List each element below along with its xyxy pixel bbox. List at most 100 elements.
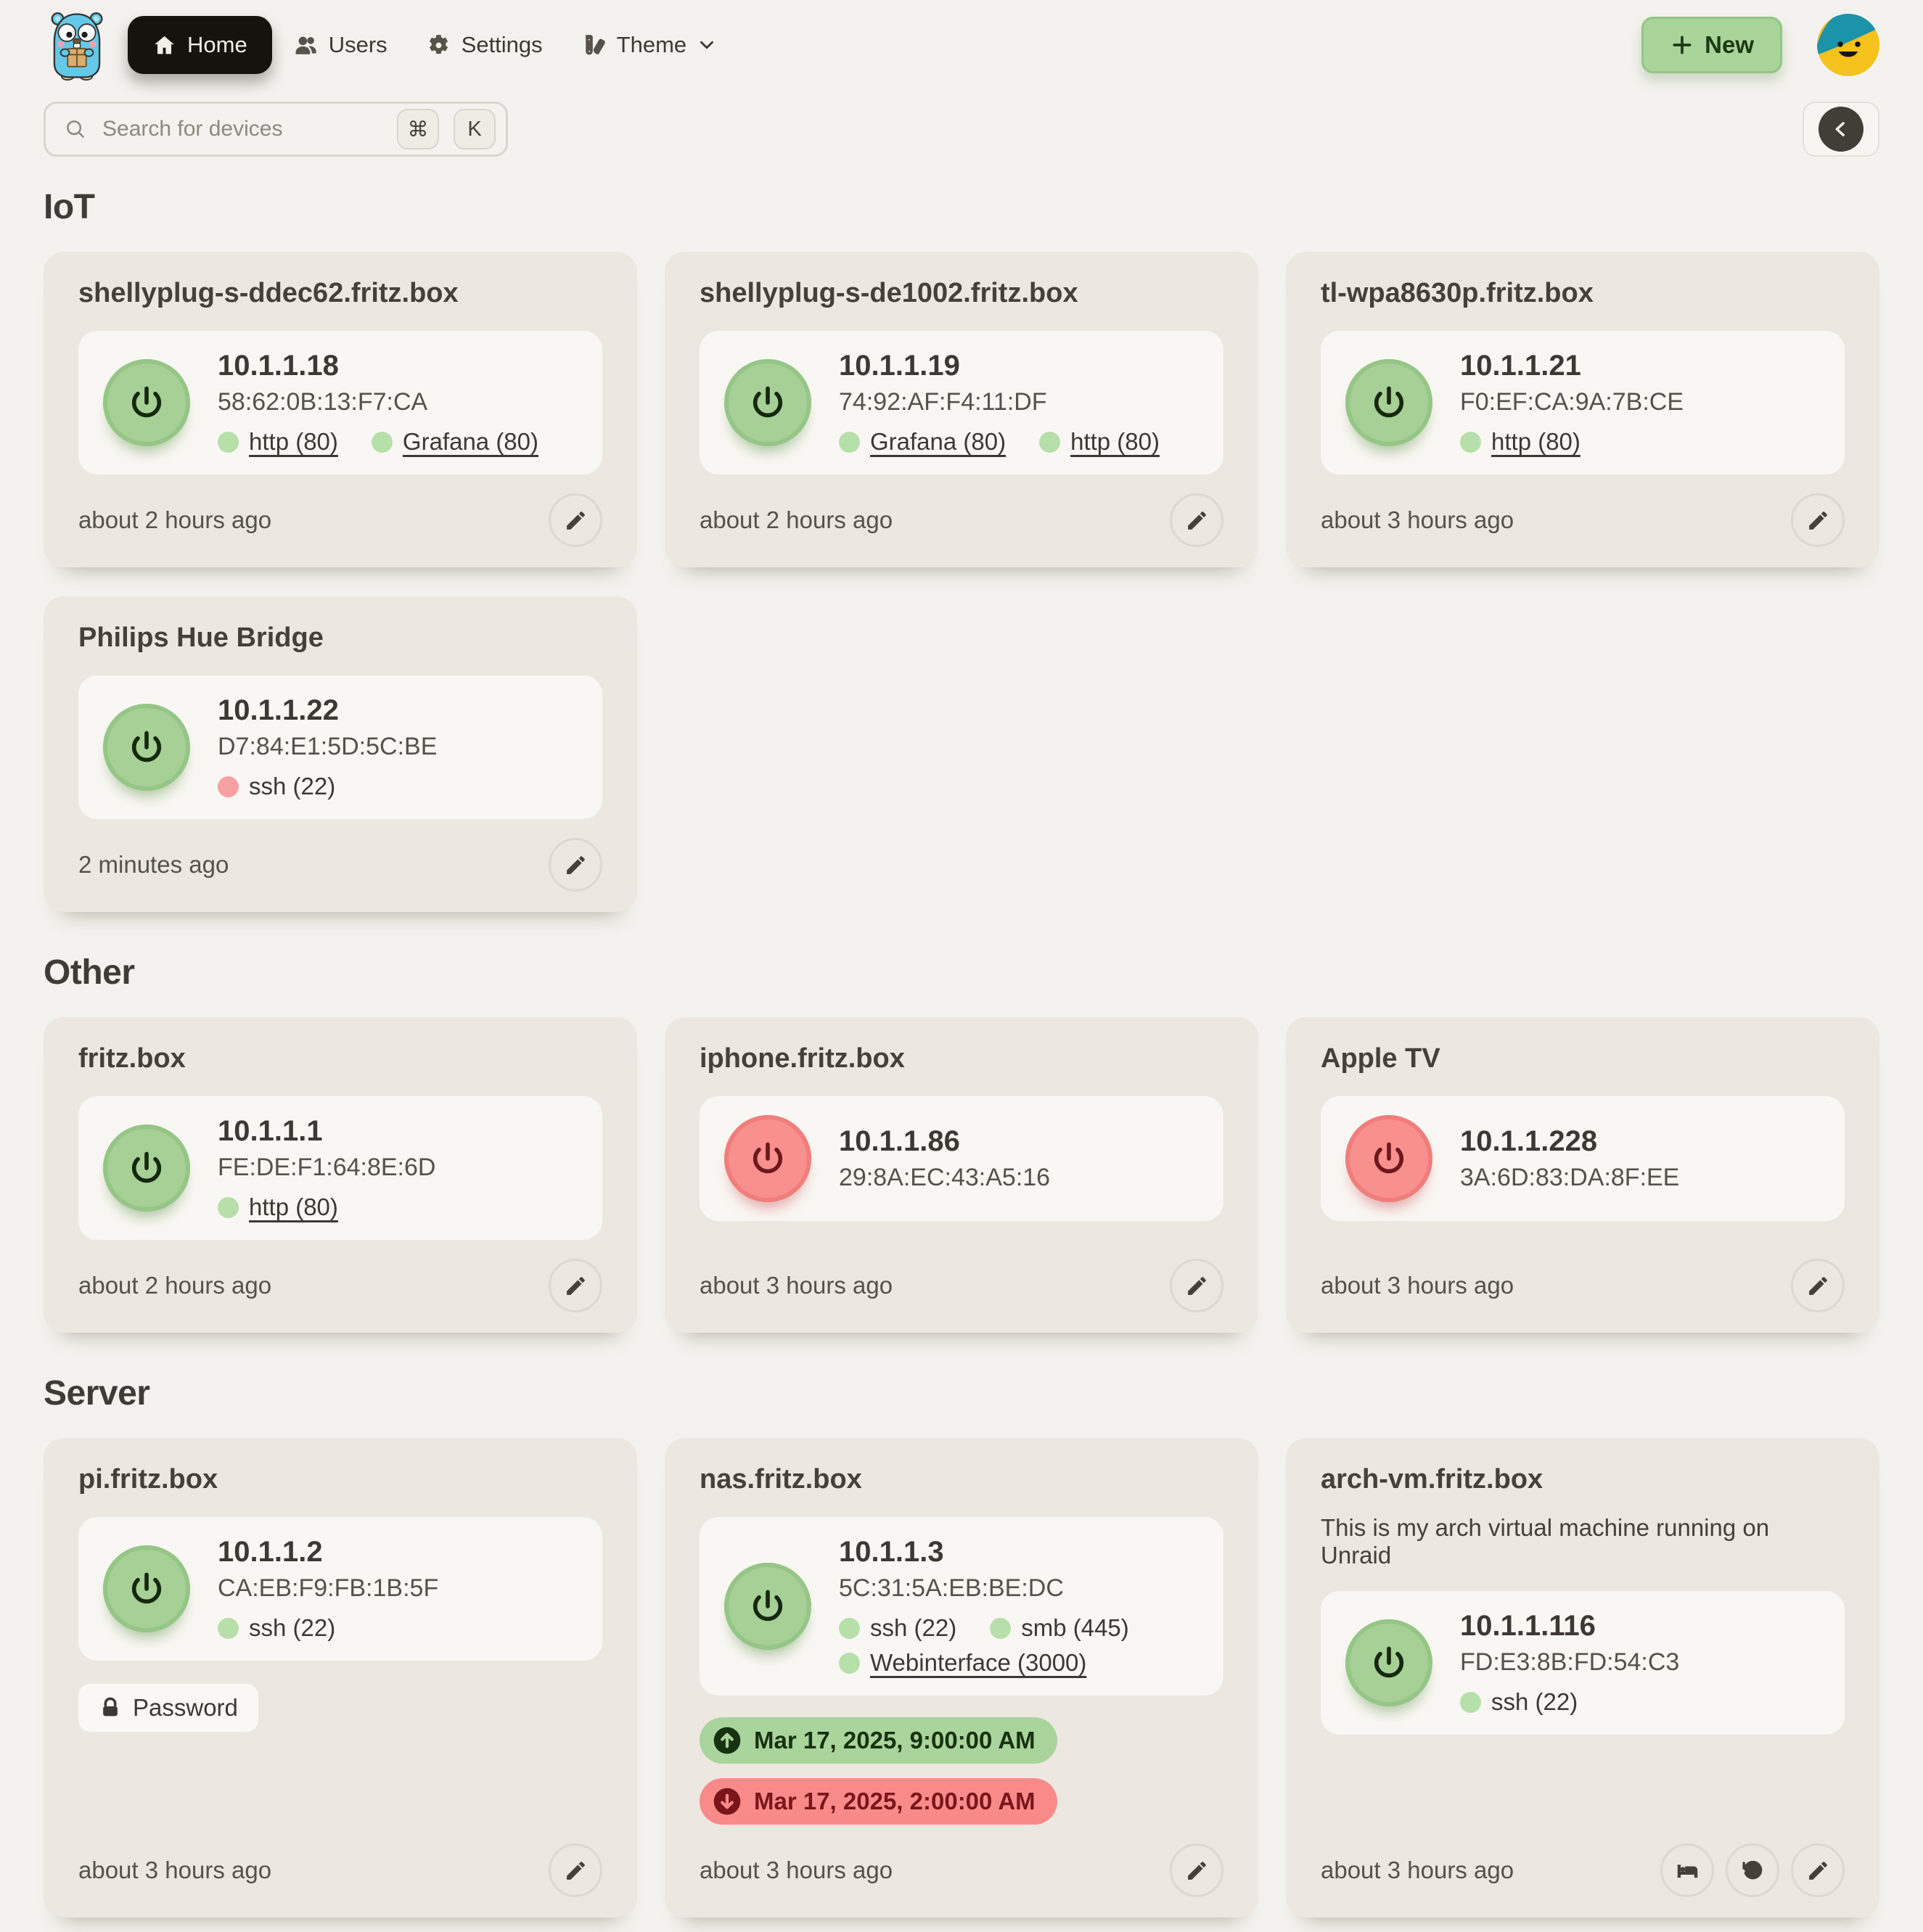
port-link[interactable]: Grafana (80) — [403, 428, 538, 456]
power-icon — [128, 728, 165, 766]
last-seen: about 2 hours ago — [700, 506, 893, 534]
port-list: http (80) Grafana (80) — [218, 428, 538, 456]
device-ip: 10.1.1.19 — [839, 350, 1160, 382]
port-link[interactable]: Webinterface (3000) — [870, 1649, 1086, 1677]
card-footer: about 2 hours ago — [78, 474, 602, 547]
device-name: Apple TV — [1321, 1043, 1845, 1074]
nav-item-theme[interactable]: Theme — [565, 17, 734, 73]
bed-icon — [1676, 1859, 1699, 1883]
power-button[interactable] — [1345, 1619, 1432, 1706]
edit-button[interactable] — [1791, 493, 1845, 547]
device-name: iphone.fritz.box — [700, 1043, 1223, 1074]
iot-grid-row-1: shellyplug-s-ddec62.fritz.box 10.1.1.18 … — [44, 252, 1879, 567]
power-button[interactable] — [103, 359, 190, 446]
device-mac: F0:EF:CA:9A:7B:CE — [1460, 388, 1684, 416]
nav-item-home[interactable]: Home — [128, 16, 272, 74]
power-button[interactable] — [1345, 1115, 1432, 1202]
port-list: ssh (22) — [218, 773, 437, 800]
edit-button[interactable] — [549, 1843, 602, 1897]
pencil-icon — [564, 1859, 588, 1883]
nav-label: Theme — [617, 32, 686, 58]
plus-icon — [1670, 33, 1694, 57]
device-summary-tile: 10.1.1.3 5C:31:5A:EB:BE:DC ssh (22) smb … — [700, 1517, 1223, 1695]
restart-button[interactable] — [1726, 1843, 1779, 1897]
power-icon — [128, 384, 165, 422]
new-device-button[interactable]: New — [1641, 17, 1782, 73]
port-link[interactable]: http (80) — [249, 428, 338, 456]
nav-item-users[interactable]: Users — [276, 17, 405, 73]
edit-button[interactable] — [1170, 1259, 1223, 1312]
power-button[interactable] — [724, 1115, 811, 1202]
user-avatar[interactable] — [1817, 14, 1879, 76]
power-button[interactable] — [1345, 359, 1432, 446]
last-seen: about 2 hours ago — [78, 1272, 271, 1299]
power-button[interactable] — [103, 704, 190, 791]
page: Home Users Settings Theme — [0, 0, 1923, 1932]
port-list: ssh (22) smb (445) — [839, 1614, 1129, 1642]
device-mac: D7:84:E1:5D:5C:BE — [218, 733, 437, 761]
device-card: iphone.fritz.box 10.1.1.86 29:8A:EC:43:A… — [665, 1017, 1258, 1333]
edit-button[interactable] — [549, 838, 602, 892]
device-ip: 10.1.1.2 — [218, 1536, 438, 1569]
last-seen: about 3 hours ago — [700, 1857, 893, 1884]
rotate-ccw-icon — [1741, 1859, 1765, 1883]
port-label: ssh (22) — [249, 1614, 335, 1642]
device-card: arch-vm.fritz.box This is my arch virtua… — [1286, 1438, 1879, 1917]
lock-icon — [99, 1696, 122, 1719]
port-list: http (80) — [1460, 428, 1684, 456]
power-button[interactable] — [724, 1563, 811, 1650]
edit-button[interactable] — [1170, 493, 1223, 547]
section-title-server: Server — [44, 1373, 1879, 1413]
port-status-dot — [839, 1653, 860, 1674]
last-seen: about 3 hours ago — [700, 1272, 893, 1299]
other-grid: fritz.box 10.1.1.1 FE:DE:F1:64:8E:6D htt… — [44, 1017, 1879, 1333]
port-link[interactable]: http (80) — [1070, 428, 1160, 456]
power-button[interactable] — [103, 1545, 190, 1632]
search-input[interactable] — [101, 116, 382, 142]
device-description: This is my arch virtual machine running … — [1321, 1514, 1845, 1569]
last-seen: 2 minutes ago — [78, 851, 229, 879]
edit-button[interactable] — [1170, 1843, 1223, 1897]
power-icon — [1370, 1140, 1408, 1177]
port-item: http (80) — [218, 1193, 338, 1221]
port-list: ssh (22) — [1460, 1688, 1679, 1716]
card-footer: about 3 hours ago — [78, 1825, 602, 1897]
nav-item-settings[interactable]: Settings — [409, 17, 560, 73]
edit-button[interactable] — [549, 493, 602, 547]
chevron-left-icon — [1819, 107, 1863, 152]
port-item: ssh (22) — [218, 1614, 335, 1642]
arrow-down-circle-icon — [711, 1785, 743, 1817]
collapse-button[interactable] — [1803, 102, 1879, 157]
device-mac: 29:8A:EC:43:A5:16 — [839, 1164, 1050, 1192]
port-status-dot — [372, 432, 393, 453]
port-label: ssh (22) — [870, 1614, 956, 1642]
last-seen: about 3 hours ago — [1321, 506, 1514, 534]
edit-button[interactable] — [549, 1259, 602, 1312]
last-seen: about 2 hours ago — [78, 506, 271, 534]
port-status-dot — [218, 1197, 239, 1218]
sleep-button[interactable] — [1660, 1843, 1714, 1897]
card-footer: about 2 hours ago — [700, 474, 1223, 547]
last-seen: about 3 hours ago — [1321, 1272, 1514, 1299]
port-item: ssh (22) — [839, 1614, 956, 1642]
power-button[interactable] — [724, 359, 811, 446]
device-name: nas.fritz.box — [700, 1464, 1223, 1495]
edit-button[interactable] — [1791, 1259, 1845, 1312]
port-label: smb (445) — [1021, 1614, 1129, 1642]
port-item: http (80) — [218, 428, 338, 456]
port-link[interactable]: Grafana (80) — [870, 428, 1006, 456]
port-link[interactable]: http (80) — [1491, 428, 1580, 456]
swatch-book-icon — [582, 33, 606, 57]
gopher-logo — [44, 10, 110, 81]
port-label: ssh (22) — [1491, 1688, 1578, 1716]
device-ip: 10.1.1.116 — [1460, 1610, 1679, 1643]
device-ip: 10.1.1.22 — [218, 694, 437, 727]
device-mac: 5C:31:5A:EB:BE:DC — [839, 1574, 1129, 1603]
edit-button[interactable] — [1791, 1843, 1845, 1897]
port-link[interactable]: http (80) — [249, 1193, 338, 1221]
port-item: ssh (22) — [1460, 1688, 1578, 1716]
power-button[interactable] — [103, 1125, 190, 1212]
port-status-dot — [1460, 432, 1481, 453]
power-icon — [749, 1140, 787, 1177]
k-key-badge: K — [454, 109, 496, 149]
